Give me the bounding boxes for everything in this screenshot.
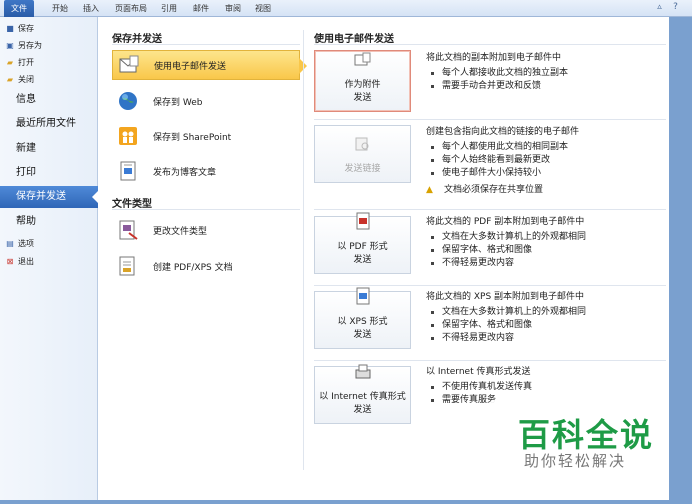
tab-review[interactable]: 审阅 bbox=[220, 0, 246, 17]
tab-page-layout[interactable]: 页面布局 bbox=[110, 0, 152, 17]
bullet: 保留字体、格式和图像 bbox=[426, 319, 666, 332]
bullet: 每个人都接收此文档的独立副本 bbox=[426, 67, 666, 80]
tab-insert[interactable]: 插入 bbox=[78, 0, 104, 17]
watermark: 百科全说 助你轻松解决 bbox=[492, 400, 668, 480]
nav-new[interactable]: 新建 bbox=[0, 138, 98, 160]
section-save-and-send: 保存并发送 bbox=[112, 34, 162, 45]
send-link-button[interactable]: 发送链接 bbox=[314, 125, 411, 183]
bullet: 不得轻易更改内容 bbox=[426, 332, 666, 345]
bullet: 使电子邮件大小保持较小 bbox=[426, 167, 666, 180]
bullet: 文档在大多数计算机上的外观都相同 bbox=[426, 231, 666, 244]
bullet: 需要手动合并更改和反馈 bbox=[426, 80, 666, 93]
nav-close[interactable]: ▰ 关闭 bbox=[5, 72, 34, 87]
section-file-types: 文件类型 bbox=[112, 199, 152, 210]
email-send-icon bbox=[117, 53, 141, 77]
create-pdf-xps-item[interactable]: 创建 PDF/XPS 文档 bbox=[112, 251, 300, 281]
divider bbox=[112, 44, 300, 45]
bullet: 不得轻易更改内容 bbox=[426, 257, 666, 270]
send-using-email-item[interactable]: 使用电子邮件发送 bbox=[112, 50, 307, 80]
nav-save[interactable]: ■ 保存 bbox=[5, 21, 34, 36]
window-edge bbox=[669, 17, 692, 504]
save-to-sharepoint-item[interactable]: 保存到 SharePoint bbox=[112, 121, 300, 151]
backstage-nav: ■ 保存 ▣ 另存为 ▰ 打开 ▰ 关闭 信息 最近所用文件 新建 打印 保存并发送 帮… bbox=[0, 17, 99, 500]
divider bbox=[112, 209, 300, 210]
fax-icon bbox=[354, 364, 372, 385]
shared-location-warning: ▲ 文档必须保存在共享位置 bbox=[426, 185, 544, 195]
open-folder-icon: ▰ bbox=[6, 58, 14, 67]
tab-mailings[interactable]: 邮件 bbox=[188, 0, 214, 17]
nav-print[interactable]: 打印 bbox=[0, 162, 98, 184]
xps-icon bbox=[354, 287, 372, 310]
attachment-description: 将此文档的副本附加到电子邮件中 每个人都接收此文档的独立副本 需要手动合并更改和… bbox=[426, 52, 666, 93]
link-icon bbox=[354, 136, 372, 157]
minimize-ribbon-icon[interactable]: ▵ bbox=[654, 2, 665, 13]
sharepoint-icon bbox=[116, 124, 140, 148]
bullet: 不使用传真机发送传真 bbox=[426, 381, 666, 394]
tab-references[interactable]: 引用 bbox=[156, 0, 182, 17]
nav-options[interactable]: ▤ 选项 bbox=[5, 236, 34, 251]
nav-help[interactable]: 帮助 bbox=[0, 211, 98, 233]
divider bbox=[314, 119, 666, 120]
send-link-description: 创建包含指向此文档的链接的电子邮件 每个人都使用此文档的相同副本 每个人始终能看… bbox=[426, 126, 666, 197]
tab-home[interactable]: 开始 bbox=[44, 0, 76, 17]
attachment-icon bbox=[354, 52, 372, 73]
options-icon: ▤ bbox=[6, 239, 14, 248]
section-send-using-email: 使用电子邮件发送 bbox=[314, 34, 394, 45]
divider bbox=[314, 360, 666, 361]
change-file-type-icon bbox=[116, 218, 140, 242]
watermark-slogan: 助你轻松解决 bbox=[524, 452, 627, 470]
blog-icon bbox=[116, 159, 140, 183]
pdf-xps-document-icon bbox=[116, 254, 140, 278]
xps-description: 将此文档的 XPS 副本附加到电子邮件中 文档在大多数计算机上的外观都相同 保留… bbox=[426, 291, 666, 345]
pdf-description: 将此文档的 PDF 副本附加到电子邮件中 文档在大多数计算机上的外观都相同 保留… bbox=[426, 216, 666, 270]
tab-file[interactable]: 文件 bbox=[4, 0, 34, 17]
save-as-icon: ▣ bbox=[6, 41, 14, 50]
nav-open[interactable]: ▰ 打开 bbox=[5, 55, 34, 70]
publish-as-blog-item[interactable]: 发布为博客文章 bbox=[112, 156, 300, 186]
divider bbox=[314, 209, 666, 210]
bullet: 每个人都使用此文档的相同副本 bbox=[426, 141, 666, 154]
bullet: 保留字体、格式和图像 bbox=[426, 244, 666, 257]
column-divider bbox=[303, 30, 304, 470]
nav-exit[interactable]: ⊠ 退出 bbox=[5, 254, 34, 269]
nav-save-as[interactable]: ▣ 另存为 bbox=[5, 38, 42, 53]
save-icon: ■ bbox=[6, 24, 14, 33]
tab-view[interactable]: 视图 bbox=[250, 0, 276, 17]
bullet: 文档在大多数计算机上的外观都相同 bbox=[426, 306, 666, 319]
help-icon[interactable]: ? bbox=[670, 2, 681, 13]
divider bbox=[314, 285, 666, 286]
pdf-icon bbox=[354, 212, 372, 235]
globe-icon bbox=[116, 89, 140, 113]
ribbon-tab-bar: 文件 开始 插入 页面布局 引用 邮件 审阅 视图 ▵ ? bbox=[0, 0, 692, 17]
save-to-web-item[interactable]: 保存到 Web bbox=[112, 86, 300, 116]
send-as-xps-button[interactable]: 以 XPS 形式 发送 bbox=[314, 287, 411, 349]
bullet: 每个人始终能看到最新更改 bbox=[426, 154, 666, 167]
nav-info[interactable]: 信息 bbox=[0, 89, 98, 111]
nav-save-and-send[interactable]: 保存并发送 bbox=[0, 186, 99, 208]
close-file-icon: ▰ bbox=[6, 75, 14, 84]
warning-icon: ▲ bbox=[426, 185, 433, 195]
send-as-internet-fax-button[interactable]: 以 Internet 传真形式 发送 bbox=[314, 364, 411, 424]
change-file-type-item[interactable]: 更改文件类型 bbox=[112, 215, 300, 245]
send-as-pdf-button[interactable]: 以 PDF 形式 发送 bbox=[314, 212, 411, 274]
nav-recent[interactable]: 最近所用文件 bbox=[0, 113, 98, 135]
divider bbox=[314, 44, 666, 45]
exit-icon: ⊠ bbox=[6, 257, 14, 266]
send-as-attachment-button[interactable]: 作为附件 发送 bbox=[314, 50, 411, 112]
